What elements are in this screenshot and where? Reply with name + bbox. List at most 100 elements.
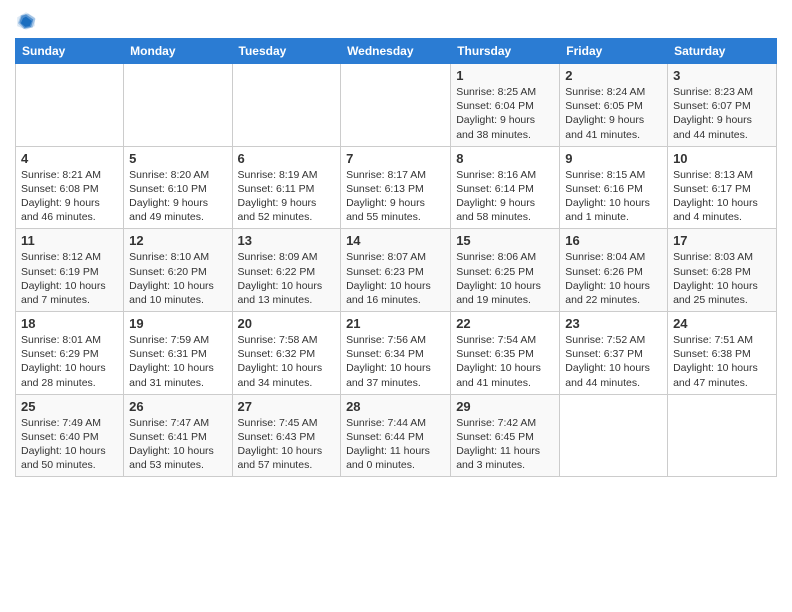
day-number: 6: [238, 151, 336, 166]
day-info: Sunrise: 7:45 AM Sunset: 6:43 PM Dayligh…: [238, 416, 336, 473]
calendar-cell: [560, 394, 668, 477]
day-info: Sunrise: 8:07 AM Sunset: 6:23 PM Dayligh…: [346, 250, 445, 307]
day-number: 4: [21, 151, 118, 166]
calendar-cell: [232, 64, 341, 147]
day-info: Sunrise: 8:09 AM Sunset: 6:22 PM Dayligh…: [238, 250, 336, 307]
calendar-cell: [124, 64, 232, 147]
calendar-cell: 13 Sunrise: 8:09 AM Sunset: 6:22 PM Dayli…: [232, 229, 341, 312]
day-number: 7: [346, 151, 445, 166]
day-number: 25: [21, 399, 118, 414]
calendar-cell: 3 Sunrise: 8:23 AM Sunset: 6:07 PM Daylig…: [668, 64, 777, 147]
day-info: Sunrise: 7:42 AM Sunset: 6:45 PM Dayligh…: [456, 416, 554, 473]
calendar-cell: 17 Sunrise: 8:03 AM Sunset: 6:28 PM Dayli…: [668, 229, 777, 312]
weekday-header-wednesday: Wednesday: [341, 39, 451, 64]
day-info: Sunrise: 7:52 AM Sunset: 6:37 PM Dayligh…: [565, 333, 662, 390]
calendar-cell: 2 Sunrise: 8:24 AM Sunset: 6:05 PM Daylig…: [560, 64, 668, 147]
calendar-cell: [668, 394, 777, 477]
day-info: Sunrise: 8:12 AM Sunset: 6:19 PM Dayligh…: [21, 250, 118, 307]
calendar-week-row: 18 Sunrise: 8:01 AM Sunset: 6:29 PM Dayli…: [16, 312, 777, 395]
weekday-header-thursday: Thursday: [451, 39, 560, 64]
logo: [15, 10, 41, 32]
day-info: Sunrise: 8:17 AM Sunset: 6:13 PM Dayligh…: [346, 168, 445, 225]
day-number: 18: [21, 316, 118, 331]
calendar-cell: [341, 64, 451, 147]
calendar-cell: 7 Sunrise: 8:17 AM Sunset: 6:13 PM Daylig…: [341, 146, 451, 229]
calendar-week-row: 25 Sunrise: 7:49 AM Sunset: 6:40 PM Dayli…: [16, 394, 777, 477]
weekday-header-saturday: Saturday: [668, 39, 777, 64]
day-number: 10: [673, 151, 771, 166]
day-info: Sunrise: 7:44 AM Sunset: 6:44 PM Dayligh…: [346, 416, 445, 473]
calendar-cell: 19 Sunrise: 7:59 AM Sunset: 6:31 PM Dayli…: [124, 312, 232, 395]
calendar-cell: 24Sunrise: 7:51 AM Sunset: 6:38 PM Dayli…: [668, 312, 777, 395]
day-number: 28: [346, 399, 445, 414]
calendar-cell: 25 Sunrise: 7:49 AM Sunset: 6:40 PM Dayli…: [16, 394, 124, 477]
day-number: 22: [456, 316, 554, 331]
day-info: Sunrise: 7:54 AM Sunset: 6:35 PM Dayligh…: [456, 333, 554, 390]
weekday-header-sunday: Sunday: [16, 39, 124, 64]
calendar-cell: 27 Sunrise: 7:45 AM Sunset: 6:43 PM Dayli…: [232, 394, 341, 477]
calendar-cell: 26Sunrise: 7:47 AM Sunset: 6:41 PM Dayli…: [124, 394, 232, 477]
day-info: Sunrise: 7:51 AM Sunset: 6:38 PM Dayligh…: [673, 333, 771, 390]
day-info: Sunrise: 7:49 AM Sunset: 6:40 PM Dayligh…: [21, 416, 118, 473]
day-number: 11: [21, 233, 118, 248]
day-number: 29: [456, 399, 554, 414]
day-number: 27: [238, 399, 336, 414]
day-number: 13: [238, 233, 336, 248]
calendar-cell: 29 Sunrise: 7:42 AM Sunset: 6:45 PM Dayli…: [451, 394, 560, 477]
day-info: Sunrise: 7:58 AM Sunset: 6:32 PM Dayligh…: [238, 333, 336, 390]
day-info: Sunrise: 8:20 AM Sunset: 6:10 PM Dayligh…: [129, 168, 226, 225]
calendar-cell: 15 Sunrise: 8:06 AM Sunset: 6:25 PM Dayli…: [451, 229, 560, 312]
day-number: 19: [129, 316, 226, 331]
day-number: 15: [456, 233, 554, 248]
calendar-cell: 4 Sunrise: 8:21 AM Sunset: 6:08 PM Daylig…: [16, 146, 124, 229]
weekday-header-monday: Monday: [124, 39, 232, 64]
calendar-cell: 6 Sunrise: 8:19 AM Sunset: 6:11 PM Daylig…: [232, 146, 341, 229]
day-number: 12: [129, 233, 226, 248]
calendar-cell: 11 Sunrise: 8:12 AM Sunset: 6:19 PM Dayli…: [16, 229, 124, 312]
day-number: 3: [673, 68, 771, 83]
calendar-cell: 23Sunrise: 7:52 AM Sunset: 6:37 PM Dayli…: [560, 312, 668, 395]
day-number: 8: [456, 151, 554, 166]
calendar-table: SundayMondayTuesdayWednesdayThursdayFrid…: [15, 38, 777, 477]
day-info: Sunrise: 7:59 AM Sunset: 6:31 PM Dayligh…: [129, 333, 226, 390]
logo-icon: [15, 10, 37, 32]
calendar-week-row: 4 Sunrise: 8:21 AM Sunset: 6:08 PM Daylig…: [16, 146, 777, 229]
header: [15, 10, 777, 32]
calendar-header: SundayMondayTuesdayWednesdayThursdayFrid…: [16, 39, 777, 64]
calendar-cell: 28 Sunrise: 7:44 AM Sunset: 6:44 PM Dayli…: [341, 394, 451, 477]
calendar-cell: 16Sunrise: 8:04 AM Sunset: 6:26 PM Dayli…: [560, 229, 668, 312]
calendar-week-row: 1Sunrise: 8:25 AM Sunset: 6:04 PM Daylig…: [16, 64, 777, 147]
day-number: 20: [238, 316, 336, 331]
day-number: 16: [565, 233, 662, 248]
day-info: Sunrise: 8:01 AM Sunset: 6:29 PM Dayligh…: [21, 333, 118, 390]
calendar-cell: 22 Sunrise: 7:54 AM Sunset: 6:35 PM Dayli…: [451, 312, 560, 395]
calendar-cell: 8 Sunrise: 8:16 AM Sunset: 6:14 PM Daylig…: [451, 146, 560, 229]
day-info: Sunrise: 8:23 AM Sunset: 6:07 PM Dayligh…: [673, 85, 771, 142]
day-info: Sunrise: 8:13 AM Sunset: 6:17 PM Dayligh…: [673, 168, 771, 225]
day-number: 5: [129, 151, 226, 166]
day-info: Sunrise: 8:24 AM Sunset: 6:05 PM Dayligh…: [565, 85, 662, 142]
day-info: Sunrise: 8:15 AM Sunset: 6:16 PM Dayligh…: [565, 168, 662, 225]
day-number: 9: [565, 151, 662, 166]
day-info: Sunrise: 8:21 AM Sunset: 6:08 PM Dayligh…: [21, 168, 118, 225]
calendar-cell: 9 Sunrise: 8:15 AM Sunset: 6:16 PM Daylig…: [560, 146, 668, 229]
calendar-week-row: 11 Sunrise: 8:12 AM Sunset: 6:19 PM Dayli…: [16, 229, 777, 312]
calendar-cell: 5 Sunrise: 8:20 AM Sunset: 6:10 PM Daylig…: [124, 146, 232, 229]
calendar-page: SundayMondayTuesdayWednesdayThursdayFrid…: [0, 0, 792, 487]
weekday-header-row: SundayMondayTuesdayWednesdayThursdayFrid…: [16, 39, 777, 64]
day-info: Sunrise: 8:03 AM Sunset: 6:28 PM Dayligh…: [673, 250, 771, 307]
day-info: Sunrise: 8:19 AM Sunset: 6:11 PM Dayligh…: [238, 168, 336, 225]
day-info: Sunrise: 7:56 AM Sunset: 6:34 PM Dayligh…: [346, 333, 445, 390]
day-info: Sunrise: 7:47 AM Sunset: 6:41 PM Dayligh…: [129, 416, 226, 473]
calendar-cell: 21Sunrise: 7:56 AM Sunset: 6:34 PM Dayli…: [341, 312, 451, 395]
day-number: 17: [673, 233, 771, 248]
calendar-cell: 12 Sunrise: 8:10 AM Sunset: 6:20 PM Dayli…: [124, 229, 232, 312]
calendar-cell: 18 Sunrise: 8:01 AM Sunset: 6:29 PM Dayli…: [16, 312, 124, 395]
weekday-header-friday: Friday: [560, 39, 668, 64]
day-number: 2: [565, 68, 662, 83]
day-info: Sunrise: 8:06 AM Sunset: 6:25 PM Dayligh…: [456, 250, 554, 307]
calendar-cell: 1Sunrise: 8:25 AM Sunset: 6:04 PM Daylig…: [451, 64, 560, 147]
day-info: Sunrise: 8:16 AM Sunset: 6:14 PM Dayligh…: [456, 168, 554, 225]
day-info: Sunrise: 8:25 AM Sunset: 6:04 PM Dayligh…: [456, 85, 554, 142]
day-info: Sunrise: 8:10 AM Sunset: 6:20 PM Dayligh…: [129, 250, 226, 307]
